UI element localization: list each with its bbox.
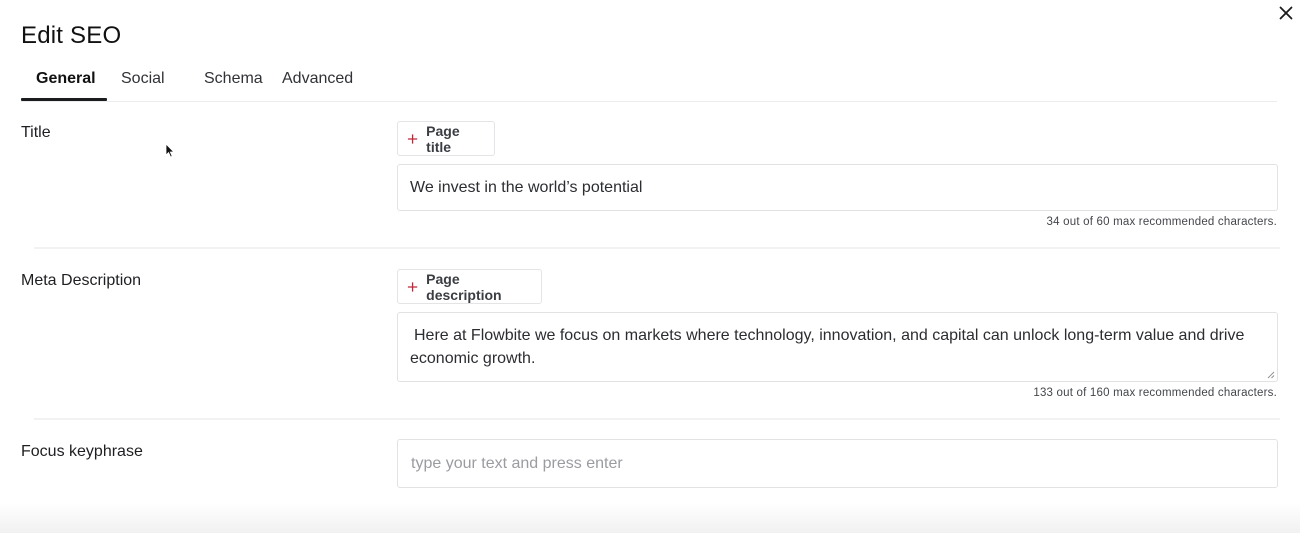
focus-keyphrase-label: Focus keyphrase <box>21 443 143 460</box>
tab-general[interactable]: General <box>21 60 107 101</box>
section-divider <box>34 418 1280 420</box>
bottom-fade <box>0 503 1300 533</box>
modal-title: Edit SEO <box>21 22 122 49</box>
title-input[interactable]: We invest in the world’s potential <box>397 164 1278 211</box>
plus-icon <box>407 133 418 144</box>
tab-bar: General Social Schema Advanced <box>21 60 371 102</box>
tabs-divider <box>21 101 1277 102</box>
page-title-chip[interactable]: Page title <box>397 121 495 156</box>
meta-description-value: Here at Flowbite we focus on markets whe… <box>410 327 1245 367</box>
focus-keyphrase-placeholder: type your text and press enter <box>411 455 623 472</box>
title-label: Title <box>21 124 51 141</box>
page-description-chip-label: Page description <box>426 270 502 303</box>
tab-advanced[interactable]: Advanced <box>281 60 371 101</box>
tab-social[interactable]: Social <box>107 60 197 101</box>
plus-icon <box>407 281 418 292</box>
page-title-chip-label: Page title <box>426 122 460 155</box>
resize-handle-icon[interactable] <box>1267 371 1275 379</box>
focus-keyphrase-input[interactable]: type your text and press enter <box>397 439 1278 488</box>
meta-description-textarea[interactable]: Here at Flowbite we focus on markets whe… <box>397 312 1278 382</box>
meta-description-char-counter: 133 out of 160 max recommended character… <box>1033 387 1277 399</box>
mouse-cursor-icon <box>165 143 175 158</box>
tab-schema[interactable]: Schema <box>197 60 281 101</box>
title-char-counter: 34 out of 60 max recommended characters. <box>1046 216 1277 228</box>
section-divider <box>34 247 1280 249</box>
title-input-value: We invest in the world’s potential <box>410 179 643 196</box>
close-icon[interactable] <box>1277 4 1295 22</box>
page-description-chip[interactable]: Page description <box>397 269 542 304</box>
meta-description-label: Meta Description <box>21 272 142 289</box>
edit-seo-modal: Edit SEO General Social Schema Advanced … <box>0 0 1300 533</box>
